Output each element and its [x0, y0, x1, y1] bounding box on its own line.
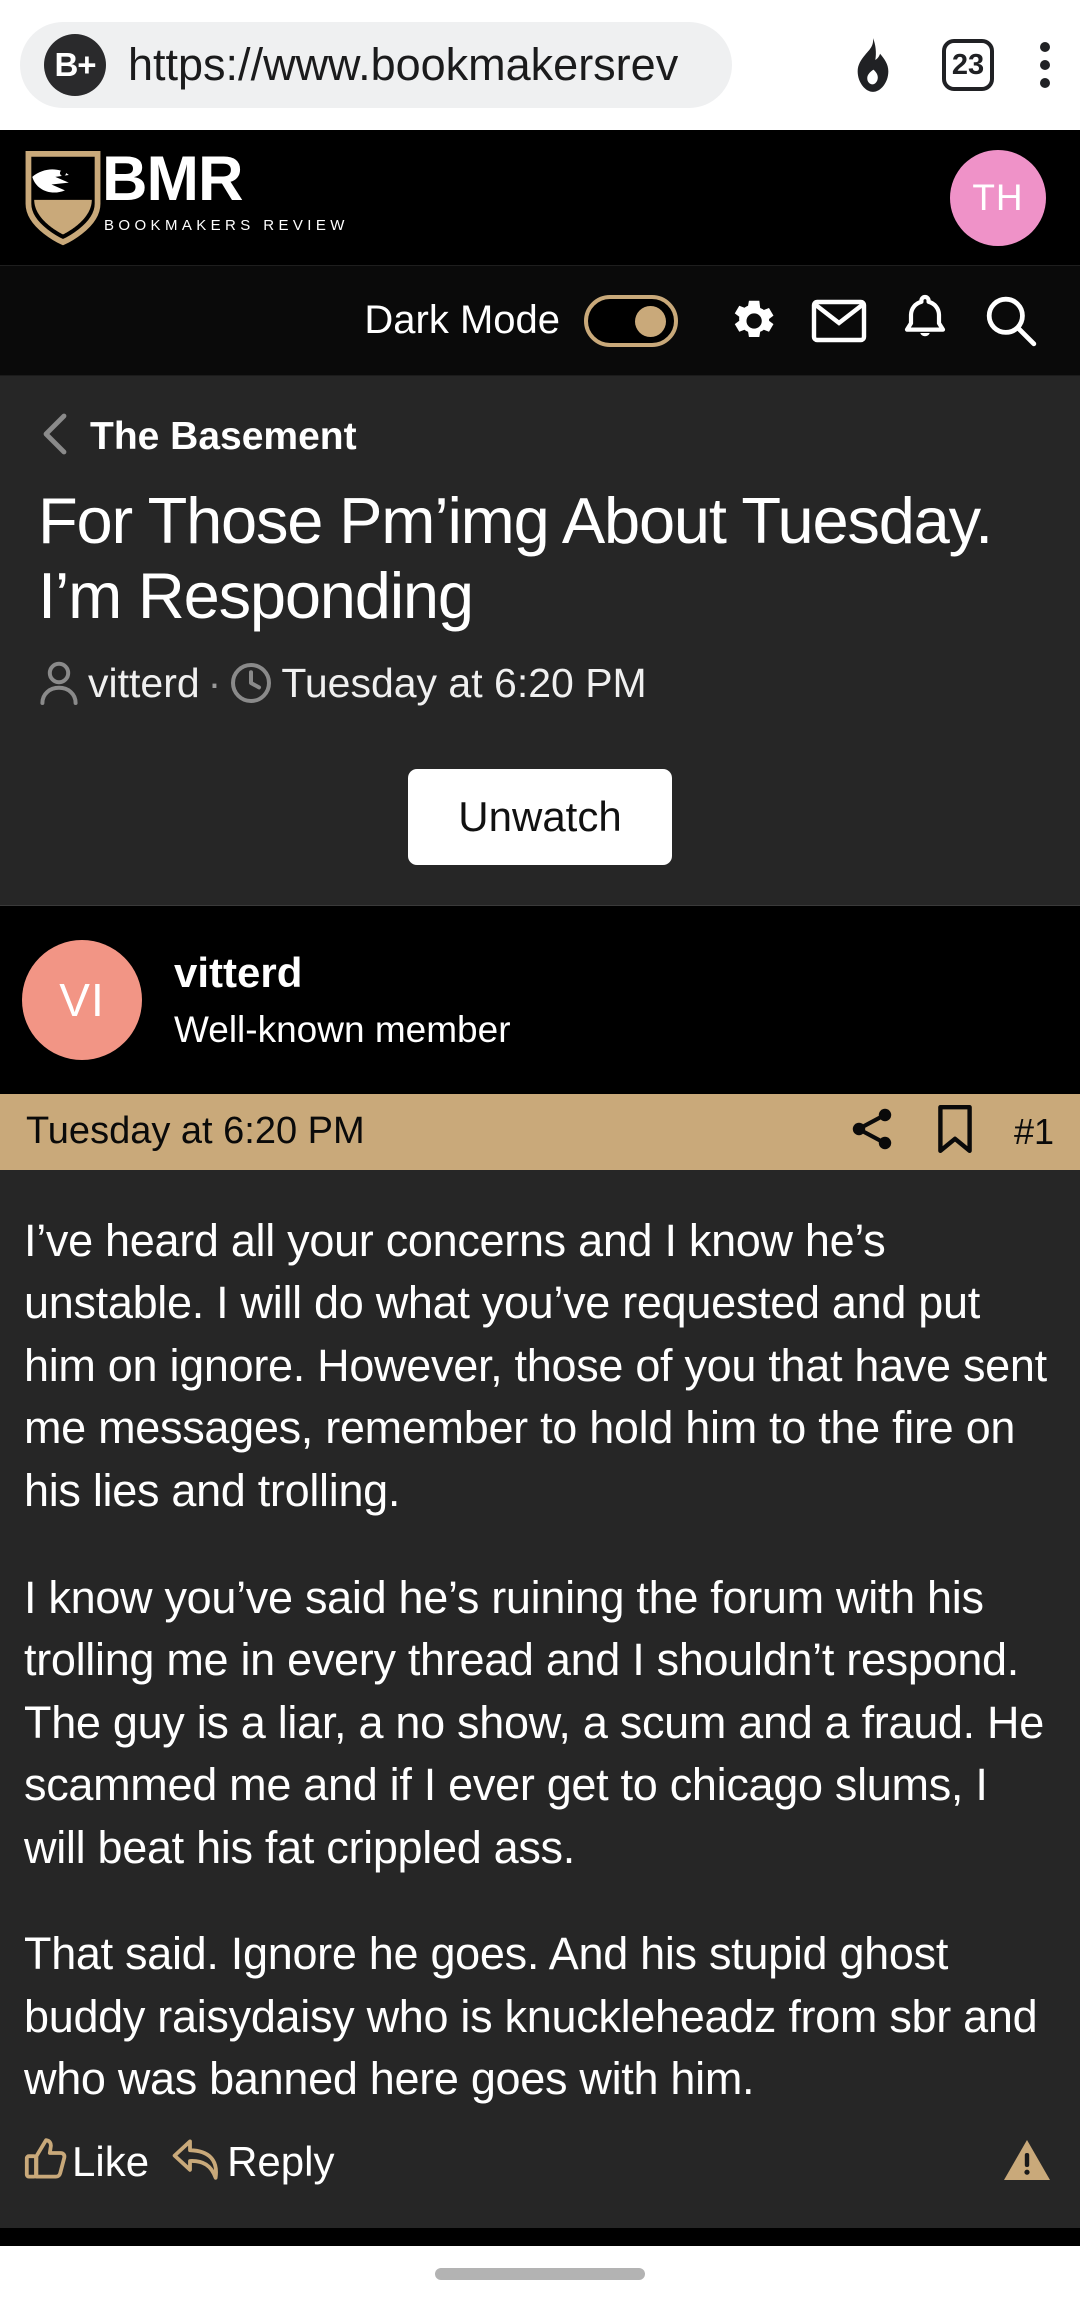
gear-icon[interactable]	[710, 294, 796, 348]
post-body: I’ve heard all your concerns and I know …	[0, 1169, 1080, 2111]
like-button[interactable]: Like	[24, 2137, 149, 2188]
envelope-icon[interactable]	[796, 299, 882, 343]
post-paragraph: I’ve heard all your concerns and I know …	[24, 1214, 1047, 1516]
brand-subtitle: BOOKMAKERS REVIEW	[104, 216, 349, 234]
post-author-block: VI vitterd Well-known member	[0, 904, 1080, 1094]
post-actions: Like Reply	[0, 2110, 1080, 2228]
thread-meta: vitterd · Tuesday at 6:20 PM	[28, 660, 1052, 707]
post-paragraph: That said. Ignore he goes. And his stupi…	[24, 1928, 1038, 2105]
reply-button[interactable]: Reply	[171, 2137, 334, 2188]
reply-label: Reply	[227, 2138, 335, 2186]
like-label: Like	[72, 2138, 150, 2186]
share-icon[interactable]	[848, 1105, 896, 1158]
browser-toolbar: B+ https://www.bookmakersrev 23	[0, 0, 1080, 130]
site-header: BMR BOOKMAKERS REVIEW TH	[0, 130, 1080, 266]
bookmark-icon[interactable]	[936, 1104, 974, 1159]
breadcrumb-label[interactable]: The Basement	[90, 415, 357, 459]
post-meta-bar: Tuesday at 6:20 PM #1	[0, 1093, 1080, 1170]
thread-timestamp: Tuesday at 6:20 PM	[281, 659, 647, 706]
post-timestamp[interactable]: Tuesday at 6:20 PM	[26, 1110, 365, 1153]
brand-title: BMR	[102, 143, 243, 214]
utility-bar: Dark Mode	[0, 266, 1080, 376]
overflow-menu-icon[interactable]	[1040, 42, 1050, 88]
page-title: For Those Pm’img About Tuesday. I’m Resp…	[38, 484, 993, 633]
thumbs-up-icon	[24, 2137, 68, 2188]
app-screen: B+ https://www.bookmakersrev 23 BMR BOOK…	[0, 0, 1080, 2299]
warning-triangle-icon[interactable]	[1002, 2137, 1052, 2188]
unwatch-button[interactable]: Unwatch	[408, 768, 672, 865]
reply-arrow-icon	[171, 2137, 223, 2188]
post-username[interactable]: vitterd	[174, 949, 511, 997]
bell-icon[interactable]	[882, 294, 968, 348]
system-navigation-bar	[0, 2245, 1080, 2299]
dark-mode-toggle[interactable]	[584, 294, 678, 347]
page-bottom-strip	[0, 2227, 1080, 2246]
post-number[interactable]: #1	[1014, 1111, 1054, 1153]
search-icon[interactable]	[968, 294, 1054, 348]
tab-switcher-icon[interactable]: 23	[942, 39, 994, 91]
url-text[interactable]: https://www.bookmakersrev	[128, 39, 678, 91]
avatar[interactable]: TH	[950, 149, 1046, 246]
address-bar[interactable]: B+ https://www.bookmakersrev	[20, 22, 732, 108]
site-logo[interactable]: BMR BOOKMAKERS REVIEW	[24, 143, 349, 246]
post-user-title: Well-known member	[174, 1008, 511, 1050]
browser-actions: 23	[732, 37, 1058, 93]
chevron-left-icon[interactable]	[42, 412, 68, 461]
bmr-shield-eagle-logo	[24, 150, 102, 246]
flame-icon[interactable]	[850, 37, 896, 93]
brave-rewards-icon[interactable]: B+	[44, 34, 106, 96]
home-gesture-pill[interactable]	[435, 2267, 645, 2280]
post-avatar[interactable]: VI	[22, 939, 142, 1060]
dark-mode-label: Dark Mode	[364, 298, 560, 342]
clock-icon	[229, 661, 273, 705]
post-paragraph: I know you’ve said he’s ruining the foru…	[24, 1571, 1044, 1873]
thread-header: The Basement For Those Pm’img About Tues…	[0, 376, 1080, 905]
meta-separator: ·	[207, 659, 222, 706]
user-icon	[38, 660, 80, 706]
breadcrumb[interactable]: The Basement	[28, 412, 1052, 461]
watch-row: Unwatch	[28, 707, 1052, 905]
thread-author[interactable]: vitterd	[88, 660, 200, 707]
